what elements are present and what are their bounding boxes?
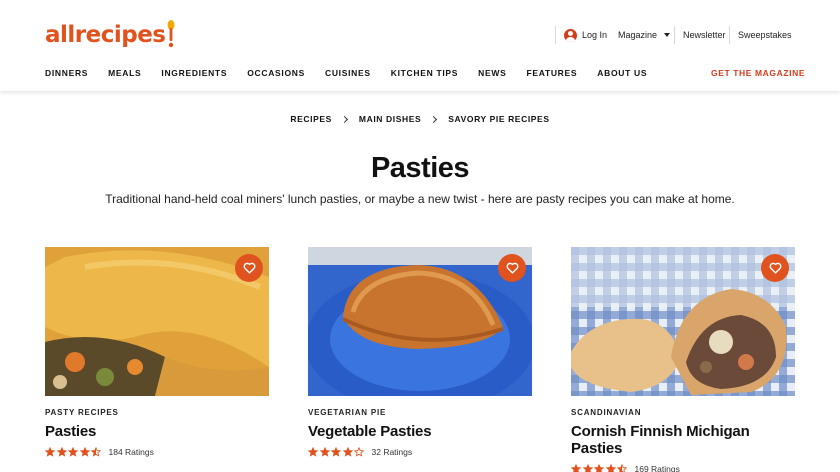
recipe-card[interactable]: SCANDINAVIAN Cornish Finnish Michigan Pa… bbox=[571, 247, 795, 472]
star-rating bbox=[45, 447, 103, 457]
recipe-title[interactable]: Vegetable Pasties bbox=[308, 423, 532, 440]
star-icon bbox=[68, 447, 78, 457]
star-icon bbox=[605, 464, 616, 472]
newsletter-link[interactable]: Newsletter bbox=[674, 26, 726, 44]
star-rating bbox=[308, 447, 366, 457]
page-description: Traditional hand-held coal miners' lunch… bbox=[105, 192, 735, 206]
user-icon bbox=[564, 28, 577, 42]
recipe-tag[interactable]: VEGETARIAN PIE bbox=[308, 408, 532, 417]
star-icon bbox=[582, 464, 593, 472]
breadcrumb-main-dishes[interactable]: MAIN DISHES bbox=[359, 114, 421, 124]
sweepstakes-link[interactable]: Sweepstakes bbox=[729, 26, 792, 44]
star-icon bbox=[342, 447, 353, 457]
nav-cuisines[interactable]: CUISINES bbox=[325, 68, 371, 80]
save-recipe-button[interactable] bbox=[235, 254, 263, 282]
divider bbox=[729, 26, 730, 44]
login-link[interactable]: Log In bbox=[555, 26, 607, 44]
star-icon bbox=[594, 464, 604, 472]
ratings-count: 32 Ratings bbox=[371, 447, 413, 457]
recipe-image[interactable] bbox=[571, 247, 795, 396]
star-rating bbox=[571, 464, 629, 472]
heart-icon bbox=[769, 262, 781, 274]
recipe-card[interactable]: PASTY RECIPES Pasties 184 Ratings bbox=[45, 247, 269, 458]
heart-icon bbox=[243, 262, 255, 274]
star-icon bbox=[308, 447, 318, 457]
heart-icon bbox=[506, 262, 518, 274]
caret-down-icon bbox=[664, 33, 671, 37]
nav-occasions[interactable]: OCCASIONS bbox=[247, 68, 305, 80]
breadcrumb-savory-pie[interactable]: SAVORY PIE RECIPES bbox=[448, 114, 549, 124]
nav-meals[interactable]: MEALS bbox=[108, 68, 141, 80]
recipe-image[interactable] bbox=[45, 247, 269, 396]
half-star-icon bbox=[617, 464, 627, 472]
star-icon bbox=[45, 447, 55, 457]
recipe-image[interactable] bbox=[308, 247, 532, 396]
recipe-card[interactable]: VEGETARIAN PIE Vegetable Pasties 32 Rati… bbox=[308, 247, 532, 458]
save-recipe-button[interactable] bbox=[498, 254, 526, 282]
breadcrumb: RECIPES MAIN DISHES SAVORY PIE RECIPES bbox=[0, 114, 840, 124]
magazine-label: Magazine bbox=[618, 30, 658, 40]
allrecipes-logo[interactable]: allrecipes bbox=[45, 20, 175, 50]
nav-dinners[interactable]: DINNERS bbox=[45, 68, 88, 80]
save-recipe-button[interactable] bbox=[761, 254, 789, 282]
nav-about-us[interactable]: ABOUT US bbox=[597, 68, 647, 80]
star-icon bbox=[56, 447, 67, 457]
page-title: Pasties bbox=[370, 152, 470, 184]
divider bbox=[674, 26, 675, 44]
newsletter-label: Newsletter bbox=[683, 30, 726, 40]
half-star-icon bbox=[91, 447, 101, 457]
ratings-count: 184 Ratings bbox=[108, 447, 154, 457]
recipe-title[interactable]: Pasties bbox=[45, 423, 269, 440]
site-header: allrecipes Log In Magazine Newsletter Sw… bbox=[0, 0, 840, 91]
star-icon bbox=[319, 447, 330, 457]
ratings-count: 169 Ratings bbox=[634, 464, 680, 472]
magazine-dropdown[interactable]: Magazine bbox=[618, 26, 671, 44]
recipe-rating: 169 Ratings bbox=[571, 463, 795, 472]
star-icon bbox=[79, 447, 90, 457]
recipe-rating: 184 Ratings bbox=[45, 446, 269, 458]
recipe-rating: 32 Ratings bbox=[308, 446, 532, 458]
main-nav: DINNERS MEALS INGREDIENTS OCCASIONS CUIS… bbox=[45, 68, 667, 80]
login-label: Log In bbox=[582, 30, 608, 40]
nav-kitchen-tips[interactable]: KITCHEN TIPS bbox=[391, 68, 458, 80]
recipe-tag[interactable]: SCANDINAVIAN bbox=[571, 408, 795, 417]
nav-features[interactable]: FEATURES bbox=[526, 68, 577, 80]
spoon-icon bbox=[167, 20, 175, 48]
nav-ingredients[interactable]: INGREDIENTS bbox=[161, 68, 227, 80]
get-the-magazine-link[interactable]: GET THE MAGAZINE bbox=[711, 68, 805, 78]
breadcrumb-recipes[interactable]: RECIPES bbox=[290, 114, 332, 124]
recipe-tag[interactable]: PASTY RECIPES bbox=[45, 408, 269, 417]
recipe-title[interactable]: Cornish Finnish Michigan Pasties bbox=[571, 423, 795, 457]
nav-news[interactable]: NEWS bbox=[478, 68, 506, 80]
chevron-right-icon bbox=[430, 115, 438, 123]
star-icon bbox=[331, 447, 341, 457]
divider bbox=[555, 26, 556, 44]
sweepstakes-label: Sweepstakes bbox=[738, 30, 792, 40]
star-icon bbox=[354, 447, 364, 457]
star-icon bbox=[571, 464, 581, 472]
logo-text: allrecipes bbox=[45, 22, 166, 48]
chevron-right-icon bbox=[340, 115, 348, 123]
